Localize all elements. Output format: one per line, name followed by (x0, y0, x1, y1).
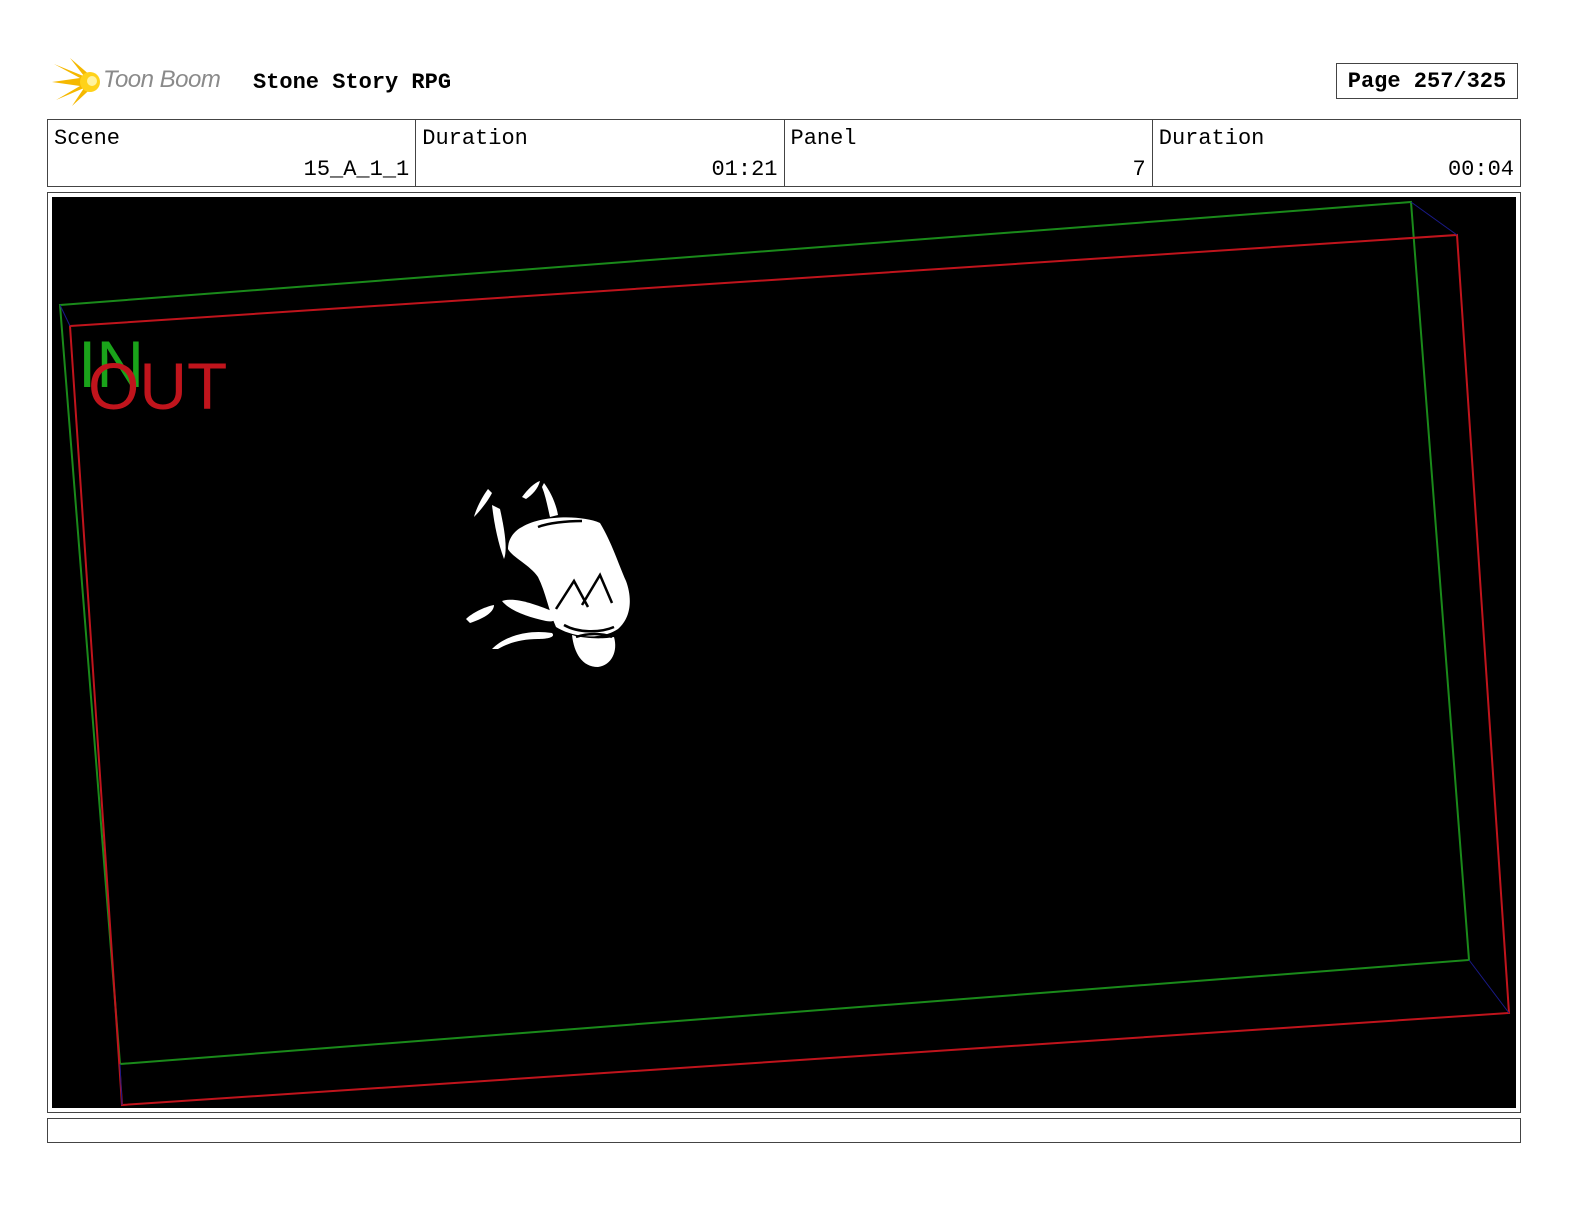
camera-path-lines (59, 201, 1510, 1106)
in-camera-frame (58, 200, 1471, 1066)
panel-duration-label: Duration (1158, 126, 1265, 151)
panel-image: IN OUT (52, 197, 1516, 1108)
scene-info-table: Scene 15_A_1_1 Duration 01:21 Panel 7 Du… (47, 119, 1521, 187)
panel-cell: Panel 7 (785, 120, 1153, 186)
page-number: Page 257/325 (1336, 63, 1518, 99)
scene-duration-value: 01:21 (711, 157, 778, 182)
panel-label: Panel (790, 126, 857, 151)
scene-duration-label: Duration (422, 126, 528, 151)
panel-value: 7 (1132, 157, 1146, 182)
project-title: Stone Story RPG (253, 70, 452, 95)
scene-label: Scene (54, 126, 121, 151)
character-figure (466, 481, 630, 667)
logo-text: Toon Boom (103, 66, 221, 93)
panel-duration-cell: Duration 00:04 (1153, 120, 1520, 186)
panel-duration-value: 00:04 (1447, 157, 1514, 182)
caption-box (47, 1118, 1521, 1143)
scene-value: 15_A_1_1 (303, 157, 410, 182)
panel-frame: IN OUT (47, 192, 1521, 1113)
scene-duration-cell: Duration 01:21 (416, 120, 785, 186)
out-label: OUT (88, 349, 227, 423)
scene-cell: Scene 15_A_1_1 (48, 120, 417, 186)
